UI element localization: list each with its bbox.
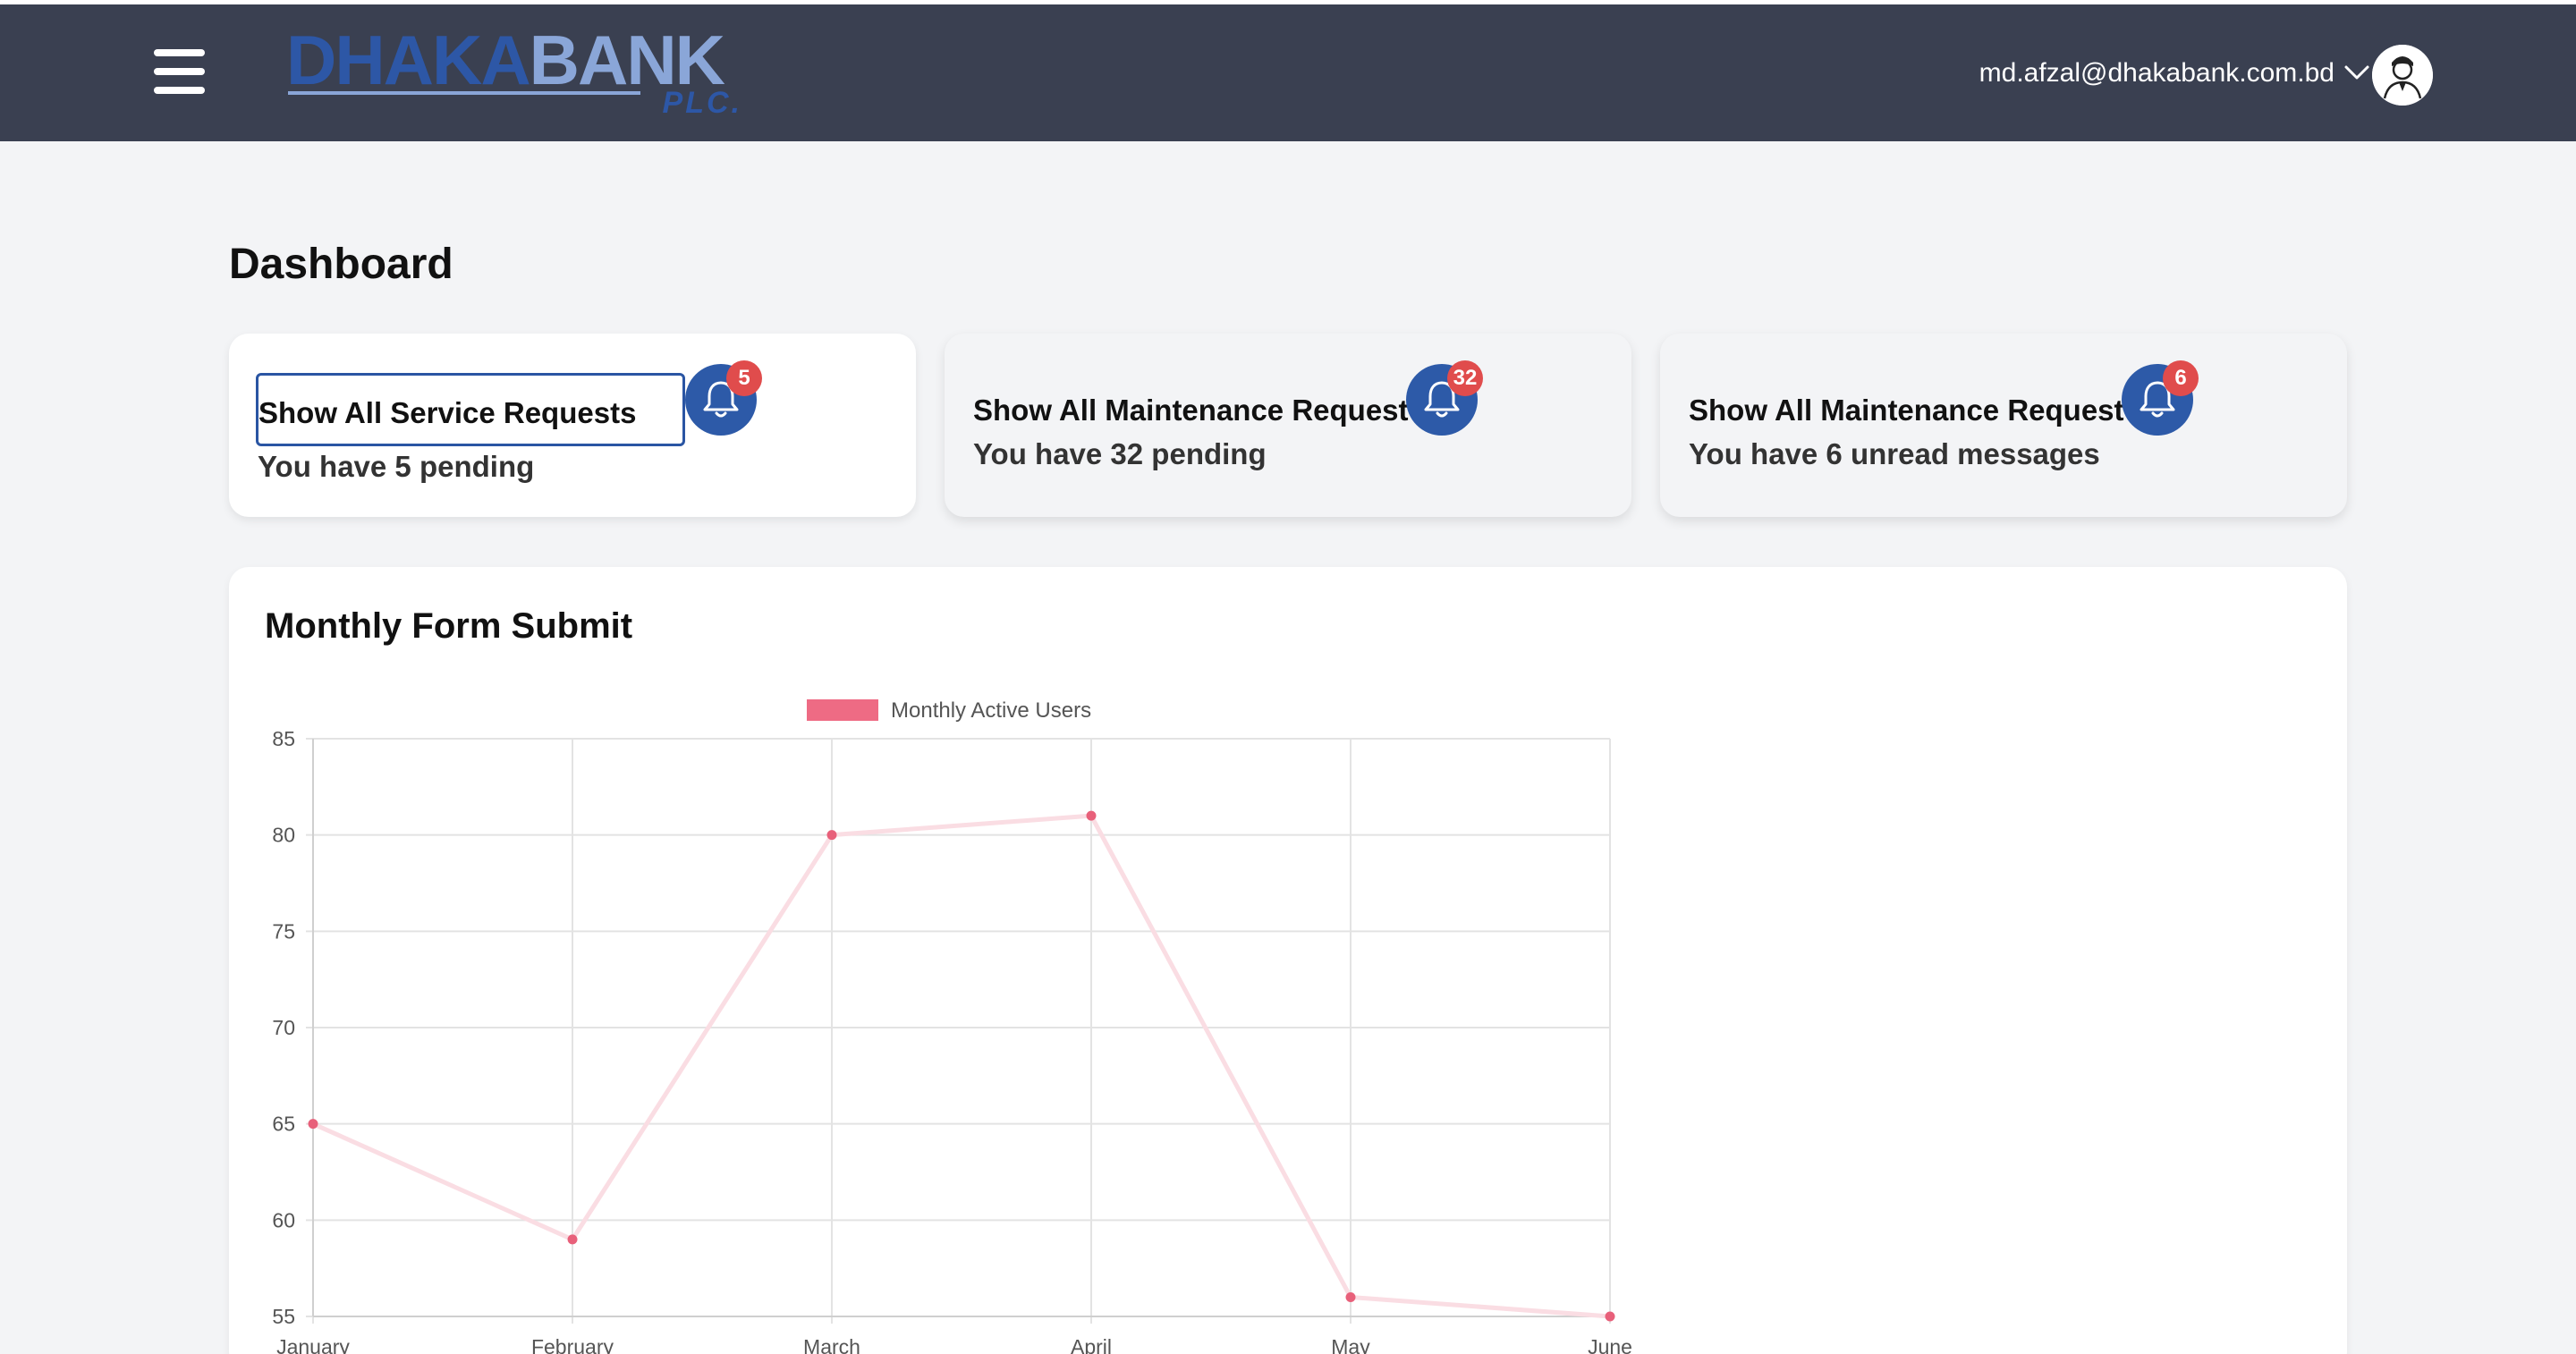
data-point bbox=[826, 830, 837, 841]
card-subtitle: You have 5 pending bbox=[258, 450, 535, 483]
y-tick-label: 75 bbox=[272, 919, 295, 943]
data-point bbox=[567, 1234, 578, 1245]
notification-count-badge: 32 bbox=[1447, 360, 1483, 396]
logo-dhaka: DHAKA bbox=[286, 21, 531, 99]
data-point bbox=[1345, 1291, 1356, 1302]
logo-wordmark: DHAKABANK bbox=[286, 21, 725, 99]
hamburger-bar bbox=[154, 68, 205, 75]
notification-count-badge: 5 bbox=[726, 360, 762, 396]
monthly-form-chart-card: Monthly Form Submit 55 60 65 70 75 80 85 Januar… bbox=[229, 567, 2347, 1354]
data-point bbox=[1086, 810, 1097, 821]
card-subtitle: You have 6 unread messages bbox=[1689, 437, 2100, 470]
data-point bbox=[308, 1119, 318, 1130]
maintenance-requests-link[interactable]: Show All Maintenance Request bbox=[973, 391, 1409, 430]
page-title: Dashboard bbox=[229, 241, 453, 288]
x-tick-label: April bbox=[1071, 1335, 1112, 1354]
avatar-figure-icon bbox=[2372, 45, 2433, 106]
maintenance-messages-card[interactable]: Show All Maintenance Request 6 You have … bbox=[1660, 334, 2347, 517]
notification-bell-button[interactable]: 6 bbox=[2122, 360, 2199, 436]
x-tick-label: March bbox=[803, 1335, 860, 1354]
notification-bell-button[interactable]: 5 bbox=[685, 360, 762, 436]
y-tick-label: 65 bbox=[272, 1113, 295, 1136]
logo-plc: PLC. bbox=[662, 86, 742, 120]
top-navbar: DHAKABANK PLC. md.afzal@dhakabank.com.bd bbox=[0, 4, 2576, 141]
y-tick-label: 55 bbox=[272, 1305, 295, 1328]
bank-logo[interactable]: DHAKABANK PLC. bbox=[286, 24, 742, 121]
hamburger-bar bbox=[154, 87, 205, 94]
notification-bell-button[interactable]: 32 bbox=[1406, 360, 1483, 436]
hamburger-bar bbox=[154, 49, 205, 56]
y-tick-label: 60 bbox=[272, 1208, 295, 1231]
y-tick-label: 80 bbox=[272, 824, 295, 847]
service-requests-link[interactable]: Show All Service Requests bbox=[256, 373, 685, 446]
notification-count-badge: 6 bbox=[2163, 360, 2199, 396]
series-line bbox=[311, 813, 1611, 1319]
x-tick-label: June bbox=[1588, 1335, 1632, 1354]
y-tick-label: 70 bbox=[272, 1016, 295, 1039]
legend-label: Monthly Active Users bbox=[891, 698, 1091, 723]
x-tick-label: May bbox=[1331, 1335, 1370, 1354]
y-tick-label: 85 bbox=[272, 727, 295, 750]
user-avatar-icon[interactable] bbox=[2372, 45, 2433, 106]
chevron-down-icon[interactable] bbox=[2343, 63, 2370, 81]
x-tick-label: February bbox=[531, 1335, 614, 1354]
card-subtitle: You have 32 pending bbox=[973, 437, 1267, 470]
hamburger-menu-icon[interactable] bbox=[154, 49, 205, 94]
user-email[interactable]: md.afzal@dhakabank.com.bd bbox=[1979, 58, 2334, 89]
logo-underline bbox=[288, 91, 640, 95]
service-requests-card[interactable]: Show All Service Requests 5 You have 5 p… bbox=[229, 334, 916, 517]
data-point bbox=[1605, 1311, 1615, 1322]
x-tick-label: January bbox=[276, 1335, 350, 1354]
maintenance-messages-link[interactable]: Show All Maintenance Request bbox=[1689, 391, 2124, 430]
legend-swatch bbox=[807, 699, 878, 721]
maintenance-requests-card[interactable]: Show All Maintenance Request 32 You have… bbox=[945, 334, 1631, 517]
line-chart: 55 60 65 70 75 80 85 January February March April M… bbox=[272, 698, 1632, 1354]
